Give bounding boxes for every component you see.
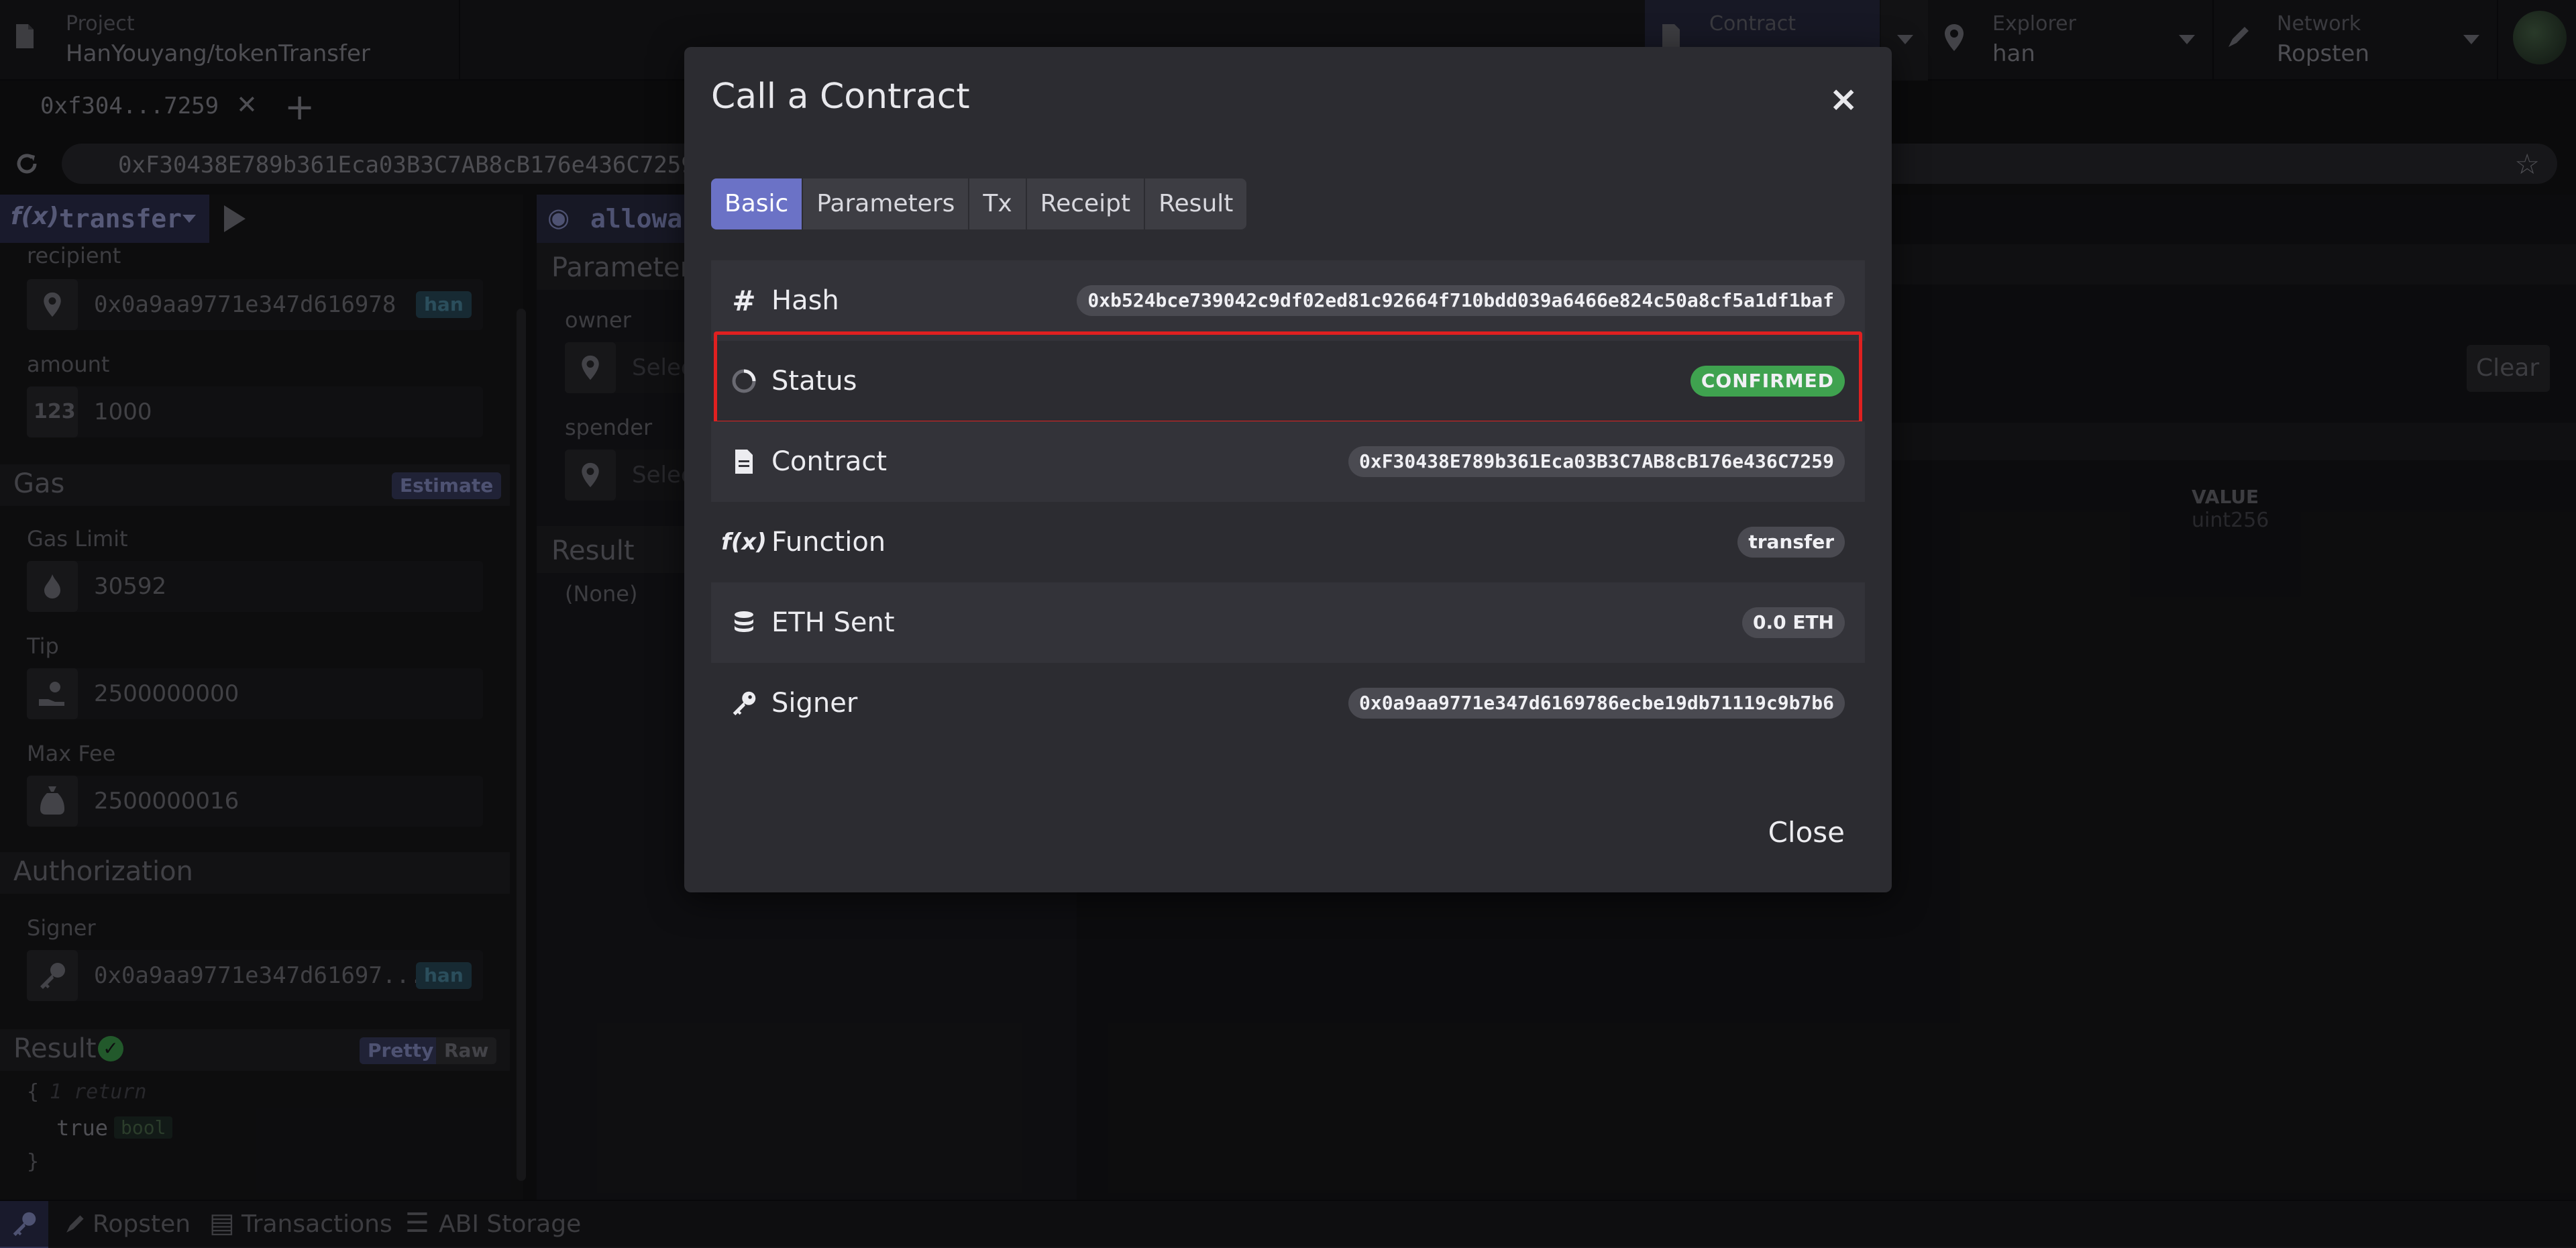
function-value: transfer — [1737, 527, 1845, 558]
status-row: Status CONFIRMED — [711, 341, 1865, 421]
eth-sent-value: 0.0 ETH — [1741, 607, 1845, 638]
signer-address: 0x0a9aa9771e347d6169786ecbe19db71119c9b7… — [1348, 688, 1845, 719]
close-icon[interactable]: × — [1829, 82, 1858, 117]
modal-title: Call a Contract — [711, 76, 970, 117]
status-badge: CONFIRMED — [1690, 366, 1845, 397]
eth-sent-row: ETH Sent 0.0 ETH — [711, 582, 1865, 663]
hash-icon: # — [732, 284, 756, 317]
spinner-icon — [727, 368, 761, 395]
tab-parameters[interactable]: Parameters — [803, 178, 970, 229]
contract-label: Contract — [771, 446, 888, 477]
file-icon — [727, 448, 761, 475]
signer-row: Signer 0x0a9aa9771e347d6169786ecbe19db71… — [711, 663, 1865, 743]
contract-row: Contract 0xF30438E789b361Eca03B3C7AB8cB1… — [711, 421, 1865, 502]
signer-label: Signer — [771, 688, 858, 719]
hash-value: 0xb524bce739042c9df02ed81c92664f710bdd03… — [1077, 285, 1845, 316]
hash-label: Hash — [771, 285, 839, 316]
tab-receipt[interactable]: Receipt — [1026, 178, 1146, 229]
tab-tx[interactable]: Tx — [969, 178, 1027, 229]
coins-icon — [727, 609, 761, 636]
tab-basic[interactable]: Basic — [711, 178, 804, 229]
hash-row: # Hash 0xb524bce739042c9df02ed81c92664f7… — [711, 260, 1865, 341]
close-button[interactable]: Close — [1768, 816, 1845, 849]
call-contract-modal: Call a Contract × Basic Parameters Tx Re… — [684, 47, 1892, 892]
status-label: Status — [771, 366, 857, 397]
function-label: Function — [771, 527, 886, 558]
eth-sent-label: ETH Sent — [771, 607, 895, 638]
key-icon — [727, 690, 761, 717]
modal-tabs: Basic Parameters Tx Receipt Result — [711, 178, 1247, 229]
contract-address: 0xF30438E789b361Eca03B3C7AB8cB176e436C72… — [1348, 446, 1845, 477]
tab-result[interactable]: Result — [1145, 178, 1247, 229]
function-icon: f(x) — [721, 529, 767, 556]
function-row: f(x) Function transfer — [711, 502, 1865, 582]
